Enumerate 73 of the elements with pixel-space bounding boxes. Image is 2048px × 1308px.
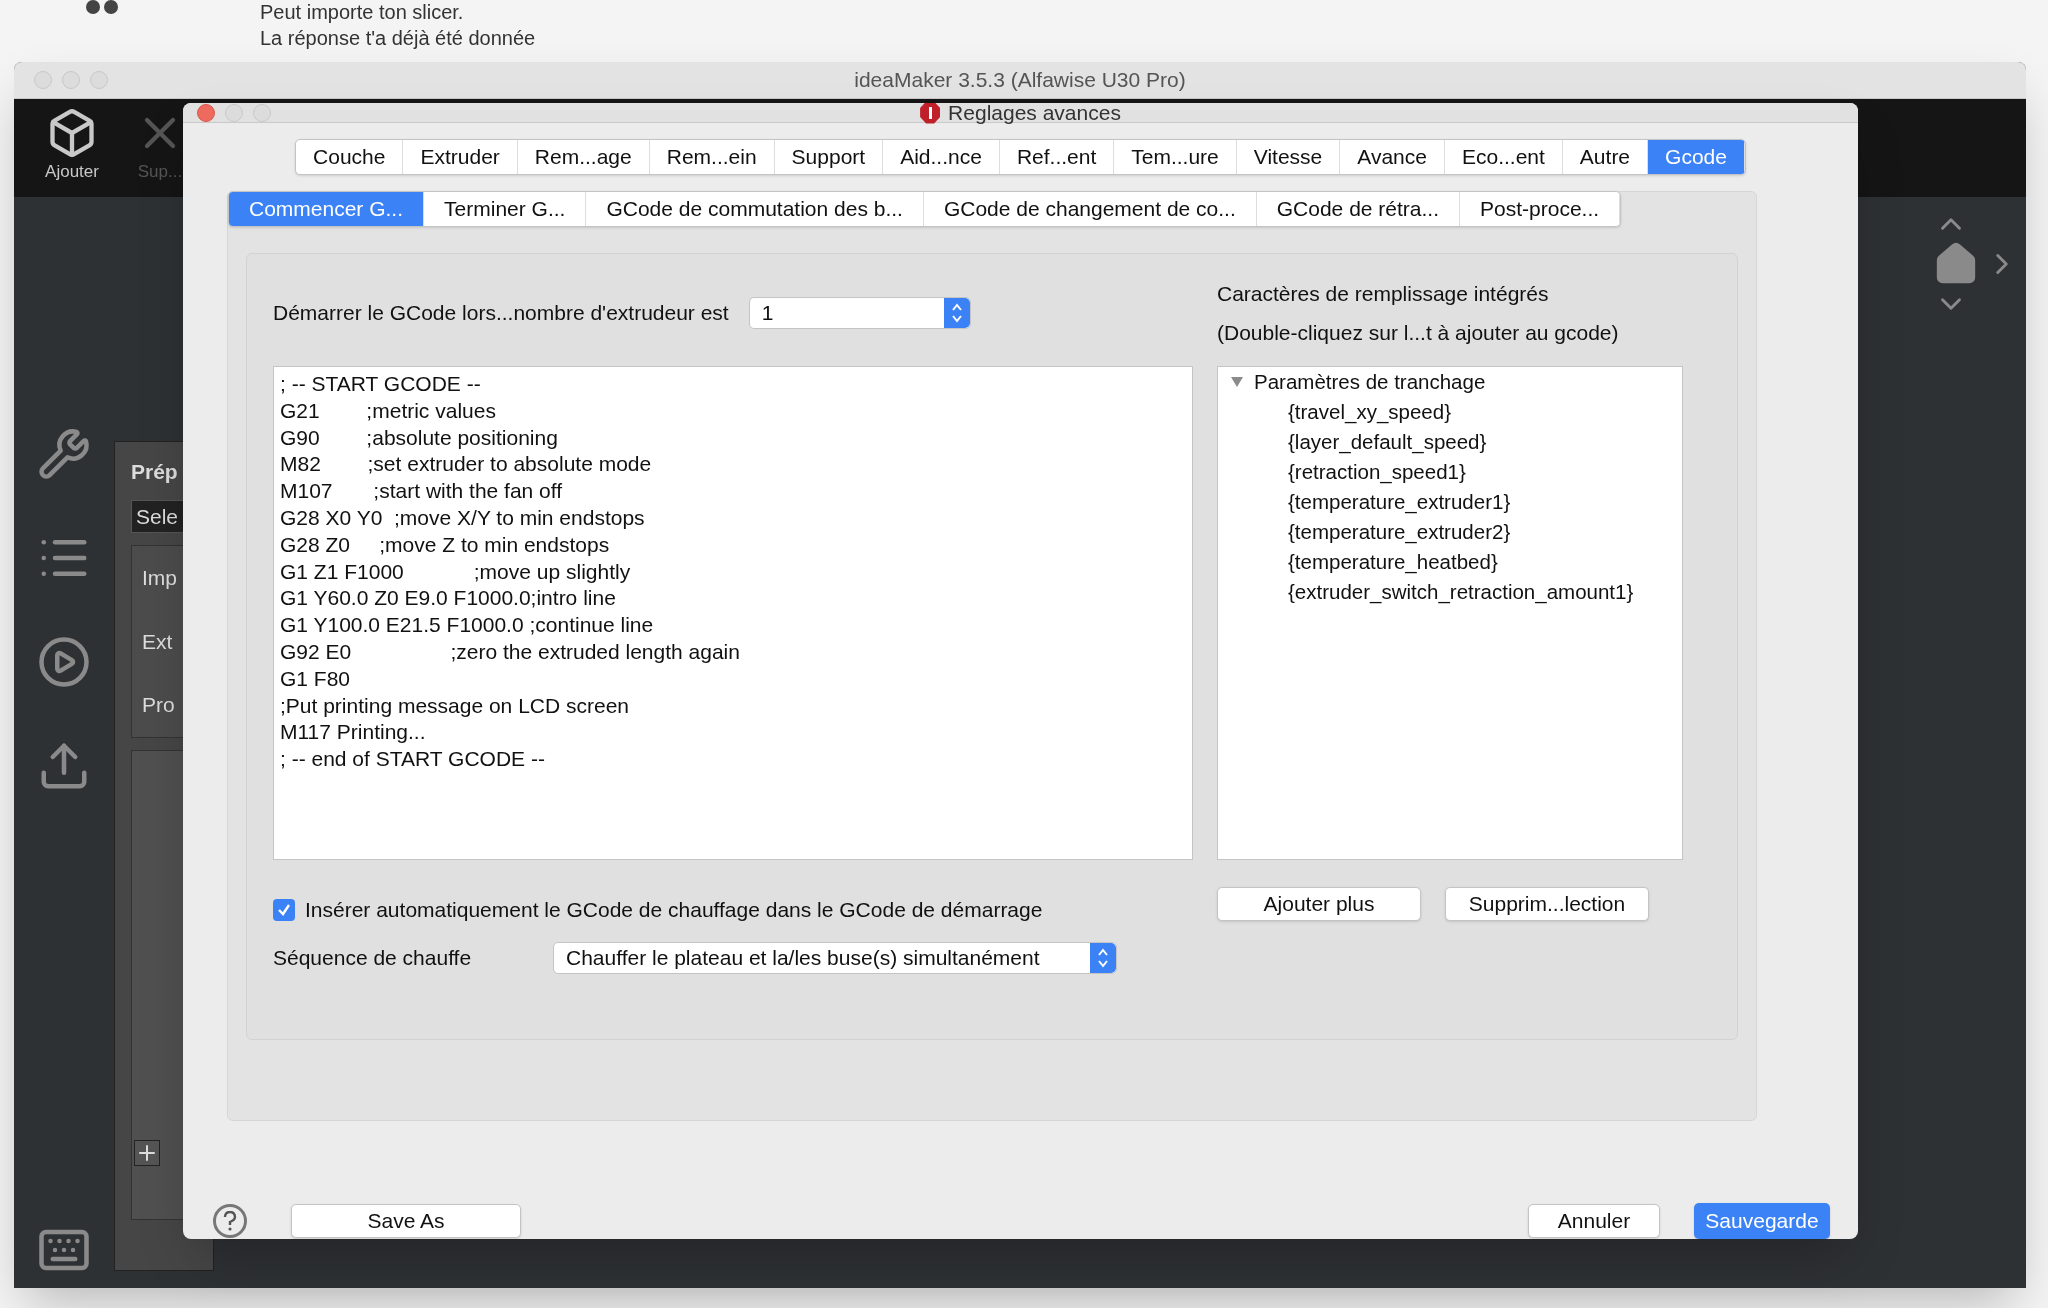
placeholder-tree[interactable]: Paramètres de tranchage {travel_xy_speed} {layer_default_speed} {retraction_speed1} {temperature_extruder1} {temperature_extruder2} {temperature_heatbed} {extruder_switch_retraction_amount1} [1217,366,1683,860]
subtab[interactable]: Terminer G... [424,192,587,226]
checkbox-label: Insérer automatiquement le GCode de chauffage dans le GCode de démarrage [305,897,1043,923]
tab[interactable]: Gcode [1648,140,1745,174]
tab[interactable]: Support [774,140,884,174]
code-line: G1 Y60.0 Z0 E9.0 F1000.0;intro line [280,585,617,612]
play-icon[interactable] [37,635,91,689]
tab[interactable]: Couche [296,140,404,174]
tab[interactable]: Ref...ent [999,140,1115,174]
code-line: G1 Z1 F1000 ;move up slightly [280,558,632,585]
code-line: G1 Y100.0 E21.5 F1000.0 ;continue line [280,612,655,639]
code-line: G21 ;metric values [280,397,497,424]
checkmark-icon [277,902,291,917]
tab[interactable]: Extruder [403,140,518,174]
code-line: G92 E0 ;zero the extruded length again [280,638,741,665]
subtab[interactable]: Post-proce... [1460,192,1621,226]
tree-item[interactable]: {extruder_switch_retraction_amount1} [1288,576,1634,608]
code-line: M107 ;start with the fan off [280,478,564,505]
tree-item[interactable]: {retraction_speed1} [1288,456,1466,488]
close-button[interactable] [197,103,215,122]
section-heading: Caractères de remplissage intégrés [1217,280,1550,307]
code-line: M117 Printing... [280,719,427,746]
extruder-count-select[interactable]: 1 [748,297,971,329]
heat-sequence-select[interactable]: Chauffer le plateau et la/les buse(s) simultanément [553,941,1117,974]
tab[interactable]: Vitesse [1236,140,1341,174]
checkbox[interactable] [273,898,295,921]
warning-icon [920,103,941,124]
save-as-button[interactable]: Save As [291,1204,521,1238]
panel-title: Prép [131,459,179,485]
subtab[interactable]: GCode de rétra... [1256,192,1460,226]
window-title: ideaMaker 3.5.3 (Alfawise U30 Pro) [853,67,1187,94]
cancel-button[interactable]: Annuler [1528,1204,1660,1238]
code-line: G1 F80 [280,665,352,692]
code-line: G28 Z0 ;move Z to min endstops [280,531,611,558]
tab[interactable]: Tem...ure [1114,140,1237,174]
save-button[interactable]: Sauvegarde [1694,1203,1830,1239]
code-line: G90 ;absolute positioning [280,424,559,451]
tab[interactable]: Avance [1340,140,1445,174]
toolbar-button[interactable]: Ajouter [32,107,112,185]
disclosure-triangle-icon[interactable] [1230,376,1246,388]
stepper-icon[interactable] [1090,942,1116,973]
tree-item[interactable]: Paramètres de tranchage [1254,366,1486,398]
code-line: ; -- START GCODE -- [280,371,482,397]
user-icon [86,0,118,14]
stepper-icon[interactable] [943,298,970,328]
tree-item[interactable]: {temperature_extruder1} [1288,486,1511,518]
tab[interactable]: Aid...nce [883,140,1000,174]
field-label: Démarrer le GCode lors...nombre d'extrudeur est [273,300,729,327]
field-label: Séquence de chauffe [273,944,473,971]
wrench-icon[interactable] [37,427,91,481]
tab[interactable]: Rem...age [517,140,650,174]
tree-action-button[interactable]: Ajouter plus [1217,886,1421,921]
section-heading: (Double-cliquez sur l...t à ajouter au gcode) [1217,320,1620,346]
tree-item[interactable]: {temperature_heatbed} [1288,546,1498,578]
tab[interactable]: Rem...ein [649,140,775,174]
tree-item[interactable]: {layer_default_speed} [1288,426,1487,458]
add-icon[interactable] [134,1140,160,1166]
code-line: ; -- end of START GCODE -- [280,746,546,773]
tree-item[interactable]: {temperature_extruder2} [1288,516,1511,548]
code-line: ;Put printing message on LCD screen [280,692,630,719]
subtab[interactable]: GCode de commutation des b... [586,192,924,226]
gcode-editor[interactable] [273,366,1193,860]
forum-text: La réponse t'a déjà été donnée [260,26,536,50]
code-line: G28 X0 Y0 ;move X/Y to min endstops [280,505,646,531]
subtab[interactable]: GCode de changement de co... [923,192,1257,226]
forum-text: Peut importe ton slicer. [260,0,465,24]
code-line: M82 ;set extruder to absolute mode [280,451,653,478]
tree-item[interactable]: {travel_xy_speed} [1288,396,1451,428]
tree-action-button[interactable]: Supprim...lection [1445,886,1649,921]
subtab[interactable]: Commencer G... [229,192,425,226]
help-icon[interactable] [213,1204,247,1238]
tab[interactable]: Eco...ent [1444,140,1563,174]
dialog-title: Reglages avances [948,103,1121,126]
